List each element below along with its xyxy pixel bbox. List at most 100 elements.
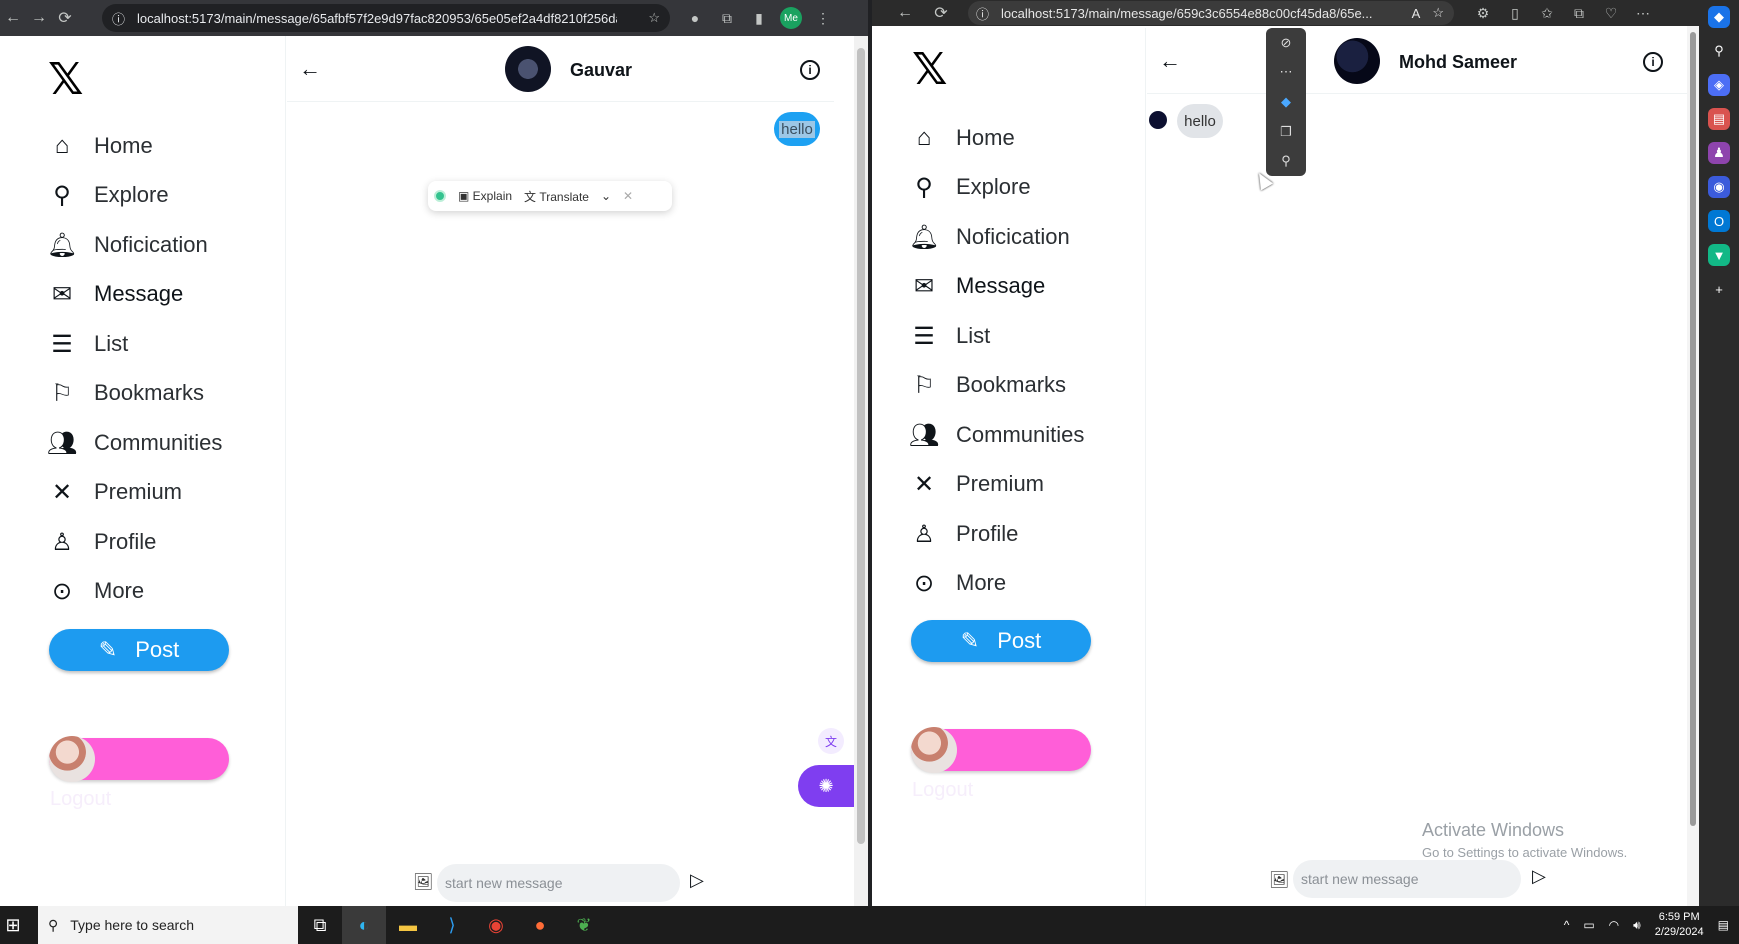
edge-menu-icon[interactable]: ⋯ — [1632, 2, 1654, 24]
nav-list[interactable]: ☰ List — [48, 330, 128, 358]
nav-bookmarks-right[interactable]: ⚐ Bookmarks — [910, 371, 1066, 399]
info-icon[interactable]: i — [800, 60, 820, 80]
mongodb-icon[interactable]: ❦ — [562, 906, 606, 944]
peer-avatar-right[interactable] — [1334, 38, 1380, 84]
file-explorer-icon[interactable]: ▬ — [386, 906, 430, 944]
send-icon-right[interactable]: ▷ — [1532, 866, 1546, 887]
edge-favorite-icon[interactable]: ☆ — [1432, 5, 1444, 21]
x-logo-icon[interactable]: 𝕏 — [48, 54, 83, 105]
side-add-icon[interactable]: + — [1708, 278, 1730, 300]
edge-scrollbar[interactable] — [1687, 26, 1699, 906]
notification-center-icon[interactable]: ▤ — [1718, 918, 1729, 932]
nav-home[interactable]: ⌂ Home — [48, 132, 153, 160]
nav-premium-right[interactable]: ✕ Premium — [910, 470, 1044, 498]
performance-icon[interactable]: ♡ — [1600, 2, 1622, 24]
nav-notification-right[interactable]: 🔔︎ Noficication — [909, 223, 1070, 251]
vscode-icon[interactable]: ⟩ — [430, 906, 474, 944]
side-shopping-icon[interactable]: ▤ — [1708, 108, 1730, 130]
side-search-icon[interactable]: ⚲ — [1708, 40, 1730, 62]
chrome-address-bar[interactable]: ⓘ localhost:5173/main/message/65afbf57f2… — [102, 4, 670, 32]
nav-message[interactable]: ✉ Message — [48, 280, 183, 308]
nav-communities[interactable]: 👥︎ Communities — [47, 429, 223, 457]
extension-icon[interactable]: ● — [684, 7, 706, 29]
translate-fab-icon[interactable]: 文 — [818, 728, 844, 754]
logout-link-right[interactable]: Logout — [912, 779, 973, 802]
chrome-app-icon[interactable]: ◉ — [474, 906, 518, 944]
close-icon[interactable]: ✕ — [623, 189, 633, 203]
reload-icon[interactable]: ⟳ — [52, 5, 78, 31]
translate-button[interactable]: 文 Translate — [524, 188, 589, 205]
edge-reload-icon[interactable]: ⟳ — [928, 0, 954, 26]
tray-display-icon[interactable]: ▭ — [1583, 918, 1594, 932]
chrome-scrollbar[interactable] — [854, 36, 868, 906]
side-outlook-icon[interactable]: O — [1708, 210, 1730, 232]
copy-icon[interactable]: ❐ — [1280, 124, 1292, 140]
wifi-icon[interactable]: ◠ — [1609, 918, 1619, 932]
post-button[interactable]: ✎ Post — [49, 629, 229, 671]
more-dots-icon[interactable]: ⋯ — [1280, 64, 1293, 80]
nav-explore-right[interactable]: ⚲ Explore — [910, 173, 1030, 201]
message-input[interactable] — [437, 864, 680, 902]
image-attach-icon-right[interactable]: 🖼︎ — [1269, 870, 1289, 890]
side-games-icon[interactable]: ♟ — [1708, 142, 1730, 164]
explain-button[interactable]: ▣ Explain — [458, 189, 512, 203]
image-attach-icon[interactable]: 🖼︎ — [413, 872, 433, 892]
bookmark-star-icon[interactable]: ☆ — [648, 10, 660, 26]
nav-message-right[interactable]: ✉ Message — [910, 272, 1045, 300]
profile-pill-right[interactable] — [911, 727, 1091, 773]
nav-explore[interactable]: ⚲ Explore — [48, 181, 168, 209]
nav-profile[interactable]: ♙ Profile — [48, 528, 156, 556]
taskbar-clock[interactable]: 6:59 PM 2/29/2024 — [1655, 910, 1704, 940]
profile-avatar-icon[interactable]: Me — [780, 7, 802, 29]
side-office-icon[interactable]: ◉ — [1708, 176, 1730, 198]
volume-icon[interactable]: 🔊︎ — [1633, 918, 1641, 933]
read-aloud-icon[interactable]: A — [1412, 6, 1421, 21]
task-view-icon[interactable]: ⧉ — [298, 906, 342, 944]
forward-nav-icon[interactable]: → — [26, 5, 52, 31]
tray-chevron-icon[interactable]: ^ — [1564, 918, 1570, 932]
info-icon-right[interactable]: i — [1643, 52, 1663, 72]
message-input-right[interactable] — [1293, 860, 1521, 898]
ai-brain-fab-icon[interactable]: ✺ — [798, 765, 854, 807]
back-nav-icon[interactable]: ← — [0, 5, 26, 31]
back-arrow-icon-right[interactable]: ← — [1159, 48, 1181, 74]
x-logo-icon-right[interactable]: 𝕏 — [912, 44, 947, 95]
taskbar-search[interactable]: ⚲ Type here to search — [38, 906, 298, 944]
hide-icon[interactable]: ⊘ — [1281, 35, 1292, 51]
collections-icon[interactable]: ⧉ — [1568, 2, 1590, 24]
site-info-icon[interactable]: ⓘ — [112, 9, 125, 28]
chevron-down-icon[interactable]: ⌄ — [601, 189, 611, 203]
copilot-icon[interactable]: ◆ — [1708, 6, 1730, 28]
edge-back-icon[interactable]: ← — [892, 0, 918, 26]
sidepanel-icon[interactable]: ▮ — [748, 7, 770, 29]
favorites-icon[interactable]: ✩ — [1536, 2, 1558, 24]
postman-icon[interactable]: ● — [518, 906, 562, 944]
mini-search-icon[interactable]: ⚲ — [1281, 153, 1291, 169]
profile-pill[interactable] — [49, 736, 229, 782]
nav-premium[interactable]: ✕ Premium — [48, 478, 182, 506]
edge-extension-icon[interactable]: ⚙ — [1472, 2, 1494, 24]
nav-more[interactable]: ⊙ More — [48, 577, 144, 605]
post-button-right[interactable]: ✎ Post — [911, 620, 1091, 662]
nav-home-right[interactable]: ⌂ Home — [910, 124, 1015, 152]
nav-profile-right[interactable]: ♙ Profile — [910, 520, 1018, 548]
split-screen-icon[interactable]: ▯ — [1504, 2, 1526, 24]
back-arrow-icon[interactable]: ← — [299, 56, 321, 82]
logout-link[interactable]: Logout — [50, 788, 111, 811]
nav-more-right[interactable]: ⊙ More — [910, 569, 1006, 597]
nav-notification[interactable]: 🔔︎ Noficication — [47, 231, 208, 259]
edge-address-bar[interactable]: ⓘ localhost:5173/main/message/659c3c6554… — [968, 1, 1454, 25]
edge-site-info-icon[interactable]: ⓘ — [976, 4, 989, 23]
side-drop-icon[interactable]: ▼ — [1708, 244, 1730, 266]
peer-avatar[interactable] — [505, 46, 551, 92]
nav-bookmarks[interactable]: ⚐ Bookmarks — [48, 379, 204, 407]
puzzle-icon[interactable]: ⧉ — [716, 7, 738, 29]
copilot-mini-icon[interactable]: ◆ — [1281, 94, 1291, 110]
nav-communities-right[interactable]: 👥︎ Communities — [909, 421, 1085, 449]
windows-start-icon[interactable]: ⊞ — [0, 906, 26, 944]
nav-list-right[interactable]: ☰ List — [910, 322, 990, 350]
send-icon[interactable]: ▷ — [690, 870, 704, 891]
menu-dots-icon[interactable]: ⋮ — [812, 7, 834, 29]
side-tools-icon[interactable]: ◈ — [1708, 74, 1730, 96]
edge-app-icon[interactable]: ◐ — [342, 906, 386, 944]
